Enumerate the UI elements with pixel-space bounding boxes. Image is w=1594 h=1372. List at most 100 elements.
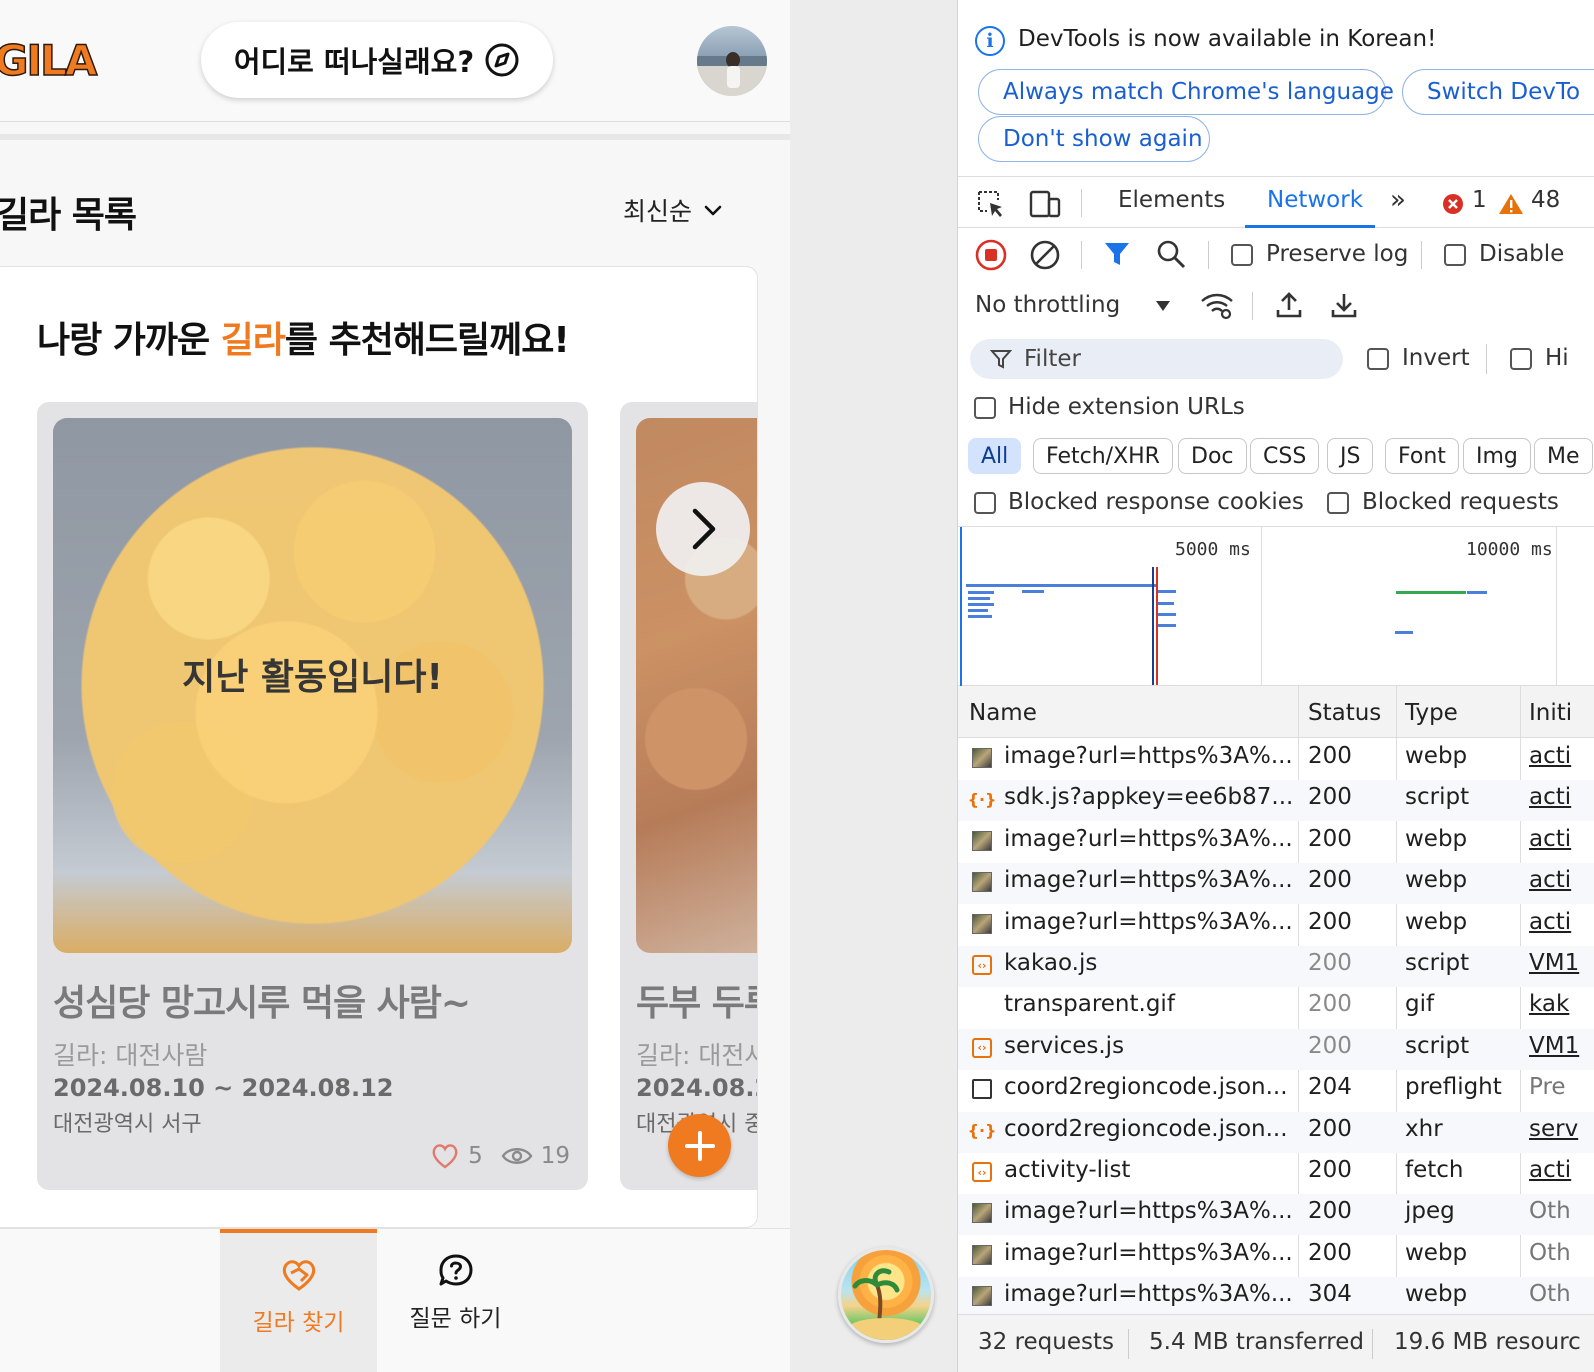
request-status: 200 (1308, 908, 1352, 935)
nav-tab-find-gila[interactable]: 길라 찾기 (220, 1229, 377, 1372)
inspect-element-icon[interactable] (976, 189, 1006, 219)
export-har-icon[interactable] (1329, 290, 1359, 320)
dropdown-triangle-icon[interactable] (1154, 299, 1172, 313)
invert-label: Invert (1402, 345, 1470, 371)
type-filter-media[interactable]: Me (1534, 438, 1593, 474)
sort-dropdown[interactable]: 최신순 (623, 192, 724, 228)
add-activity-button[interactable] (668, 1114, 731, 1177)
table-row[interactable]: {·} coord2regioncode.json... 200 xhr serv (958, 1111, 1594, 1153)
nav-tab-label: 길라 찾기 (252, 1310, 345, 1336)
table-row[interactable]: ‹› activity-list 200 fetch acti (958, 1153, 1594, 1194)
island-logo-icon[interactable] (838, 1247, 934, 1343)
request-name: image?url=https%3A%... (1004, 825, 1293, 852)
error-count: 1 (1472, 187, 1487, 213)
device-toolbar-icon[interactable] (1028, 189, 1062, 219)
request-initiator[interactable]: kak (1529, 991, 1569, 1017)
error-icon[interactable] (1442, 193, 1464, 215)
app-logo[interactable]: GILA (0, 35, 98, 86)
timeline-handle[interactable] (960, 527, 962, 687)
activity-card[interactable]: 지난 활동입니다! 성심당 망고시루 먹을 사람~ 길라: 대전사람 2024.… (37, 402, 588, 1190)
carousel-next-button[interactable] (656, 482, 750, 576)
clear-icon[interactable] (1029, 239, 1061, 271)
card-region: 대전광역시 서구 (53, 1112, 202, 1137)
request-initiator: Oth (1529, 1281, 1571, 1308)
network-overview-timeline[interactable]: 5000 ms 10000 ms (958, 526, 1594, 687)
table-row[interactable]: {·} sdk.js?appkey=ee6b87... 200 script acti (958, 780, 1594, 822)
heart-icon[interactable] (430, 1142, 460, 1170)
column-header-name[interactable]: Name (969, 700, 1037, 726)
request-type: webp (1405, 1281, 1468, 1308)
toolbar-divider (1081, 189, 1082, 217)
table-row[interactable]: image?url=https%3A%... 200 jpeg Oth (958, 1194, 1594, 1236)
request-type: xhr (1405, 1115, 1443, 1142)
hide-data-urls-checkbox[interactable] (1510, 348, 1532, 370)
blocked-cookies-checkbox[interactable] (974, 492, 996, 514)
warning-icon[interactable] (1498, 192, 1524, 216)
throttling-select[interactable]: No throttling (975, 292, 1120, 318)
preserve-log-checkbox[interactable] (1231, 244, 1253, 266)
type-filter-css[interactable]: CSS (1250, 438, 1320, 474)
disable-cache-checkbox[interactable] (1444, 244, 1466, 266)
filter-input[interactable]: Filter (970, 339, 1343, 379)
network-conditions-icon[interactable] (1199, 291, 1235, 321)
table-row[interactable]: image?url=https%3A%... 200 webp Oth (958, 1236, 1594, 1277)
table-row[interactable]: image?url=https%3A%... 200 webp acti (958, 905, 1594, 946)
request-initiator[interactable]: acti (1529, 909, 1571, 935)
disable-cache-label: Disable (1479, 241, 1565, 267)
table-row[interactable]: image?url=https%3A%... 200 webp acti (958, 863, 1594, 905)
request-initiator[interactable]: acti (1529, 826, 1571, 852)
column-header-initiator[interactable]: Initi (1529, 700, 1572, 726)
table-row[interactable]: image?url=https%3A%... 200 webp acti (958, 822, 1594, 863)
card-image: 지난 활동입니다! (53, 418, 572, 953)
type-filter-fetch-xhr[interactable]: Fetch/XHR (1033, 438, 1173, 474)
requests-table-header: Name Status Type Initi (958, 686, 1594, 738)
request-initiator[interactable]: acti (1529, 743, 1571, 769)
xhr-request-icon: {·} (967, 1121, 997, 1141)
record-stop-icon[interactable] (975, 239, 1007, 271)
timeline-bar (968, 597, 990, 600)
request-initiator[interactable]: VM1 (1529, 1033, 1579, 1059)
import-har-icon[interactable] (1274, 290, 1304, 320)
filter-funnel-icon[interactable] (1103, 240, 1131, 268)
request-name: coord2regioncode.json... (1004, 1074, 1288, 1101)
destination-search-button[interactable]: 어디로 떠나실래요? (201, 22, 553, 98)
table-row[interactable]: image?url=https%3A%... 200 webp acti (958, 739, 1594, 780)
timeline-grid-line (1261, 527, 1262, 687)
dont-show-again-button[interactable]: Don't show again (978, 116, 1210, 162)
switch-devtools-language-button[interactable]: Switch DevTo (1402, 69, 1594, 115)
hide-extension-urls-checkbox[interactable] (974, 397, 996, 419)
table-row[interactable]: ‹› services.js 200 script VM1 (958, 1028, 1594, 1070)
type-filter-doc[interactable]: Doc (1178, 438, 1247, 474)
load-event-marker (1156, 567, 1158, 685)
invert-checkbox[interactable] (1367, 348, 1389, 370)
type-filter-js[interactable]: JS (1327, 438, 1374, 474)
request-initiator[interactable]: acti (1529, 1157, 1571, 1183)
active-tab-indicator (1245, 225, 1375, 228)
blocked-requests-checkbox[interactable] (1327, 492, 1349, 514)
user-avatar[interactable] (697, 26, 767, 96)
toolbar-divider (1252, 292, 1253, 320)
type-filter-img[interactable]: Img (1463, 438, 1531, 474)
type-filter-font[interactable]: Font (1385, 438, 1459, 474)
request-initiator[interactable]: acti (1529, 784, 1571, 810)
tab-elements[interactable]: Elements (1118, 187, 1225, 213)
nav-tab-ask-question[interactable]: 질문 하기 (377, 1229, 534, 1372)
table-row[interactable]: coord2regioncode.json... 204 preflight Pre (958, 1070, 1594, 1111)
timeline-bar (1396, 591, 1466, 594)
always-match-language-button[interactable]: Always match Chrome's language (978, 69, 1394, 115)
past-activity-overlay: 지난 활동입니다! (182, 657, 443, 698)
request-initiator[interactable]: acti (1529, 867, 1571, 893)
request-initiator[interactable]: serv (1529, 1116, 1578, 1142)
type-filter-all[interactable]: All (968, 438, 1022, 474)
table-row[interactable]: ‹› kakao.js 200 script VM1 (958, 946, 1594, 987)
column-header-status[interactable]: Status (1308, 700, 1381, 726)
tab-network[interactable]: Network (1267, 187, 1363, 213)
table-row[interactable]: image?url=https%3A%... 304 webp Oth (958, 1277, 1594, 1319)
search-icon[interactable] (1156, 239, 1186, 269)
warning-count: 48 (1531, 187, 1561, 213)
more-tabs-icon[interactable]: » (1390, 185, 1406, 215)
request-initiator[interactable]: VM1 (1529, 950, 1579, 976)
table-row[interactable]: transparent.gif 200 gif kak (958, 987, 1594, 1028)
column-header-type[interactable]: Type (1405, 700, 1458, 726)
timeline-bar (1022, 590, 1044, 593)
